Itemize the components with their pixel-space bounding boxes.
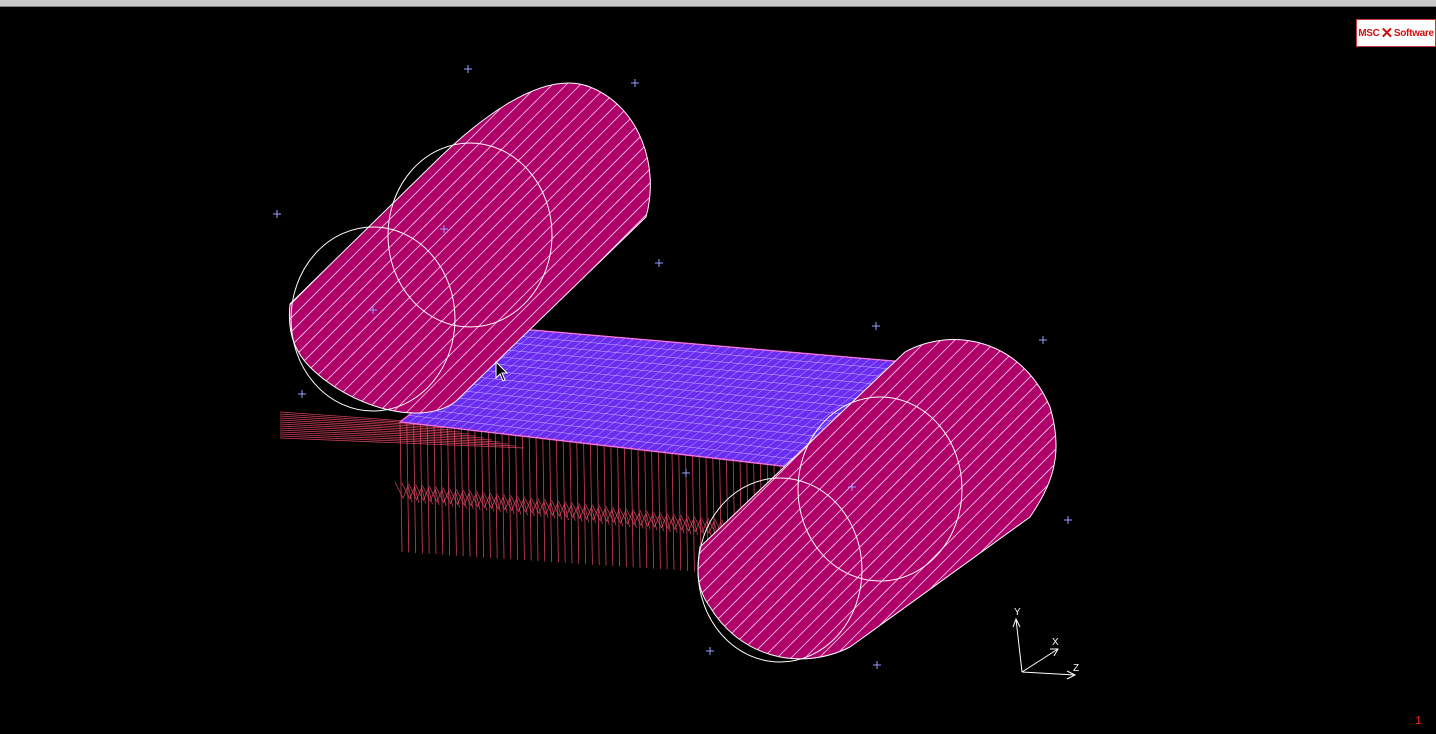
- load-arrow: [488, 432, 491, 558]
- viewport-number: 1: [1414, 714, 1422, 728]
- node-marker-icon: [298, 390, 306, 398]
- node-marker-icon: [873, 661, 881, 669]
- load-arrow: [494, 432, 498, 559]
- window-top-border: [0, 0, 1436, 7]
- load-arrow: [515, 435, 518, 560]
- roller-hatch-line: [1080, 317, 1436, 677]
- load-arrow: [596, 444, 600, 566]
- load-arrow: [590, 443, 593, 565]
- roller-hatch-line: [1051, 339, 1057, 659]
- triad-x-axis: [1021, 648, 1059, 673]
- node-marker-icon: [682, 469, 690, 477]
- node-marker-icon: [1039, 336, 1047, 344]
- load-arrow: [481, 431, 484, 558]
- roller-hatch-line: [1009, 339, 1057, 659]
- triad-y-axis: [1015, 618, 1023, 673]
- load-arrow: [624, 447, 627, 567]
- coordinate-triad: Y X Z: [1012, 607, 1079, 680]
- node-marker-icon: [706, 647, 714, 655]
- load-arrow: [658, 451, 661, 570]
- msc-software-logo: MSC ✕ Software: [1356, 19, 1436, 47]
- load-arrow: [583, 443, 586, 565]
- load-arrow: [522, 436, 525, 561]
- load-arrow: [637, 449, 641, 568]
- load-arrow: [651, 450, 654, 569]
- load-arrow: [542, 438, 546, 562]
- load-arrow: [630, 448, 634, 568]
- load-arrow: [603, 445, 607, 566]
- roller-hatch-line: [1023, 339, 1057, 659]
- logo-brand-left: MSC: [1358, 27, 1380, 39]
- roller-hatch-line: [1037, 339, 1057, 659]
- triad-z-label: Z: [1073, 663, 1079, 674]
- node-marker-icon: [655, 259, 663, 267]
- load-arrow: [644, 450, 648, 569]
- load-arrow: [460, 429, 464, 557]
- roller-hatch-line: [1066, 317, 1426, 677]
- triad-x-label: X: [1052, 637, 1059, 648]
- load-arrow: [508, 434, 512, 560]
- model-scene[interactable]: Y X Z: [0, 7, 1436, 734]
- load-arrow: [474, 430, 478, 557]
- logo-mark-icon: ✕: [1380, 25, 1394, 42]
- node-marker-icon: [872, 322, 880, 330]
- roller-hatch-line: [995, 339, 1057, 659]
- load-arrow: [467, 429, 471, 557]
- triad-y-label: Y: [1014, 607, 1021, 618]
- load-arrow: [528, 436, 532, 561]
- load-arrow: [501, 433, 505, 559]
- load-arrow: [664, 452, 668, 570]
- node-marker-icon: [464, 65, 472, 73]
- node-marker-icon: [1064, 516, 1072, 524]
- load-arrow: [576, 442, 580, 564]
- triad-z-axis: [1021, 671, 1076, 676]
- load-arrow: [692, 455, 695, 572]
- logo-brand-right: Software: [1393, 27, 1434, 39]
- load-arrow: [610, 446, 614, 566]
- load-arrow: [678, 454, 682, 571]
- node-marker-icon: [631, 79, 639, 87]
- node-marker-icon: [273, 210, 281, 218]
- load-arrow: [617, 447, 620, 567]
- load-arrow: [535, 437, 539, 562]
- load-arrow: [671, 453, 675, 571]
- graphics-viewport[interactable]: Y X Z MSC ✕ Software 1: [0, 7, 1436, 734]
